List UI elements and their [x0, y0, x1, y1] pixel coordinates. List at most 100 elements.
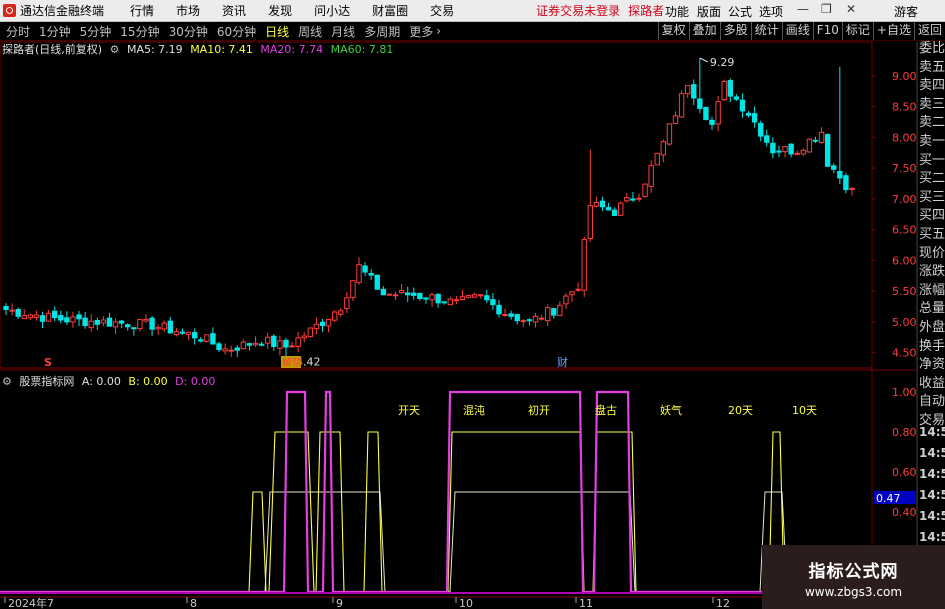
candle-body [21, 315, 27, 319]
candle-body [478, 294, 484, 297]
candle-body [70, 316, 76, 323]
side-label-8: 买三 [919, 189, 945, 205]
candle-body [508, 313, 514, 317]
kline-chart-canvas[interactable]: 9.00 8.50 8.00 7.50 7.00 6.50 6.00 5.50 5.00 4.50… [0, 0, 945, 609]
candle-body [246, 343, 253, 346]
candle-body [843, 175, 849, 191]
candle-body [788, 143, 794, 155]
candle-body [831, 165, 837, 170]
price-axis-label: 5.00 [892, 316, 917, 329]
price-axis-label: 4.50 [892, 347, 917, 360]
stage-label-4: 妖气 [660, 403, 682, 417]
sub-axis-label: 1.00 [892, 386, 917, 399]
tick-time-5: 14:56 [919, 530, 945, 544]
candle-body [691, 84, 697, 99]
stage-label-5: 20天 [728, 404, 753, 417]
candle-body [697, 98, 703, 109]
side-label-19[interactable]: 自动 [919, 393, 945, 411]
candle-body [441, 301, 447, 304]
candle-body [764, 135, 770, 143]
candle-body [557, 304, 563, 316]
candle-body [447, 298, 454, 306]
watermark-title: 指标公式网 [808, 562, 899, 582]
candle-body [514, 314, 520, 322]
candle-body [471, 294, 478, 298]
candle-body [356, 264, 362, 283]
candle-body [295, 337, 301, 347]
candle-body [58, 315, 64, 321]
candle-body [106, 317, 113, 327]
price-axis-label: 7.50 [892, 162, 917, 175]
candle-body [526, 319, 533, 322]
tick-time-0: 14:56 [919, 425, 945, 439]
side-label-6: 买一 [919, 152, 945, 168]
candle-body [338, 310, 344, 315]
date-label: 11 [579, 597, 593, 609]
ma10-label: MA10: 7.41 [190, 43, 253, 56]
candle-body [429, 294, 435, 301]
indicator-b-value: B: 0.00 [128, 375, 168, 388]
candle-body [490, 299, 496, 306]
candle-body [277, 340, 283, 349]
settings-gear-icon[interactable]: ⚙ [110, 43, 120, 56]
candle-body [374, 274, 380, 290]
indicator-settings-icon[interactable]: ⚙ [2, 375, 12, 388]
tick-time-2: 14:56 [919, 467, 945, 481]
indicator-a-line [0, 491, 872, 593]
candle-body [289, 345, 295, 348]
ma60-label: MA60: 7.81 [330, 43, 394, 56]
candle-body [234, 347, 240, 351]
watermark-badge: 指标公式网 www.zbgs3.com [762, 545, 945, 609]
candle-body [824, 134, 831, 167]
date-label: 9 [336, 597, 343, 609]
candle-body [703, 106, 709, 121]
candle-body [94, 320, 100, 325]
candle-body [484, 295, 490, 301]
candle-body [563, 295, 569, 305]
current-value-label: 0.47 [876, 492, 901, 505]
candle-body [198, 339, 204, 342]
candle-body [618, 202, 624, 216]
candle-body [684, 85, 691, 95]
candle-body [216, 343, 222, 351]
candle-body [800, 149, 807, 155]
candle-body [27, 314, 34, 319]
candle-body [794, 152, 800, 155]
candle-body [362, 265, 368, 273]
price-axis-label: 8.00 [892, 131, 917, 144]
high-price-label: 9.29 [710, 56, 735, 69]
sub-axis-label: 0.40 [892, 506, 917, 519]
candle-body [118, 320, 125, 324]
candle-body [727, 80, 733, 97]
candle-body [271, 335, 277, 347]
candle-body [100, 319, 107, 324]
candle-body [404, 292, 411, 296]
candle-body [313, 323, 320, 330]
candle-body [660, 141, 667, 156]
candle-body [672, 115, 679, 124]
price-axis-label: 6.00 [892, 254, 917, 267]
candle-body [252, 342, 259, 346]
side-label-14: 总量 [919, 301, 945, 317]
stage-label-3: 盘古 [595, 403, 617, 417]
candle-body [715, 101, 721, 125]
candle-body [33, 314, 40, 318]
candle-body [210, 333, 216, 345]
candle-body [459, 296, 466, 301]
candle-body [837, 170, 843, 179]
candle-body [350, 280, 356, 299]
candle-body [453, 299, 460, 302]
candle-body [331, 311, 338, 321]
side-label-18: 收益 [919, 375, 945, 391]
tick-time-4: 14:56 [919, 509, 945, 523]
candle-body [131, 327, 137, 330]
candle-body [575, 288, 581, 291]
side-label-11: 现价 [919, 245, 945, 261]
candle-body [776, 150, 782, 153]
candle-body [417, 292, 423, 299]
watermark-url: www.zbgs3.com [804, 585, 903, 599]
price-axis-label: 7.00 [892, 193, 917, 206]
candle-body [161, 322, 167, 330]
side-label-16: 换手 [919, 338, 945, 354]
candle-body [520, 320, 527, 323]
